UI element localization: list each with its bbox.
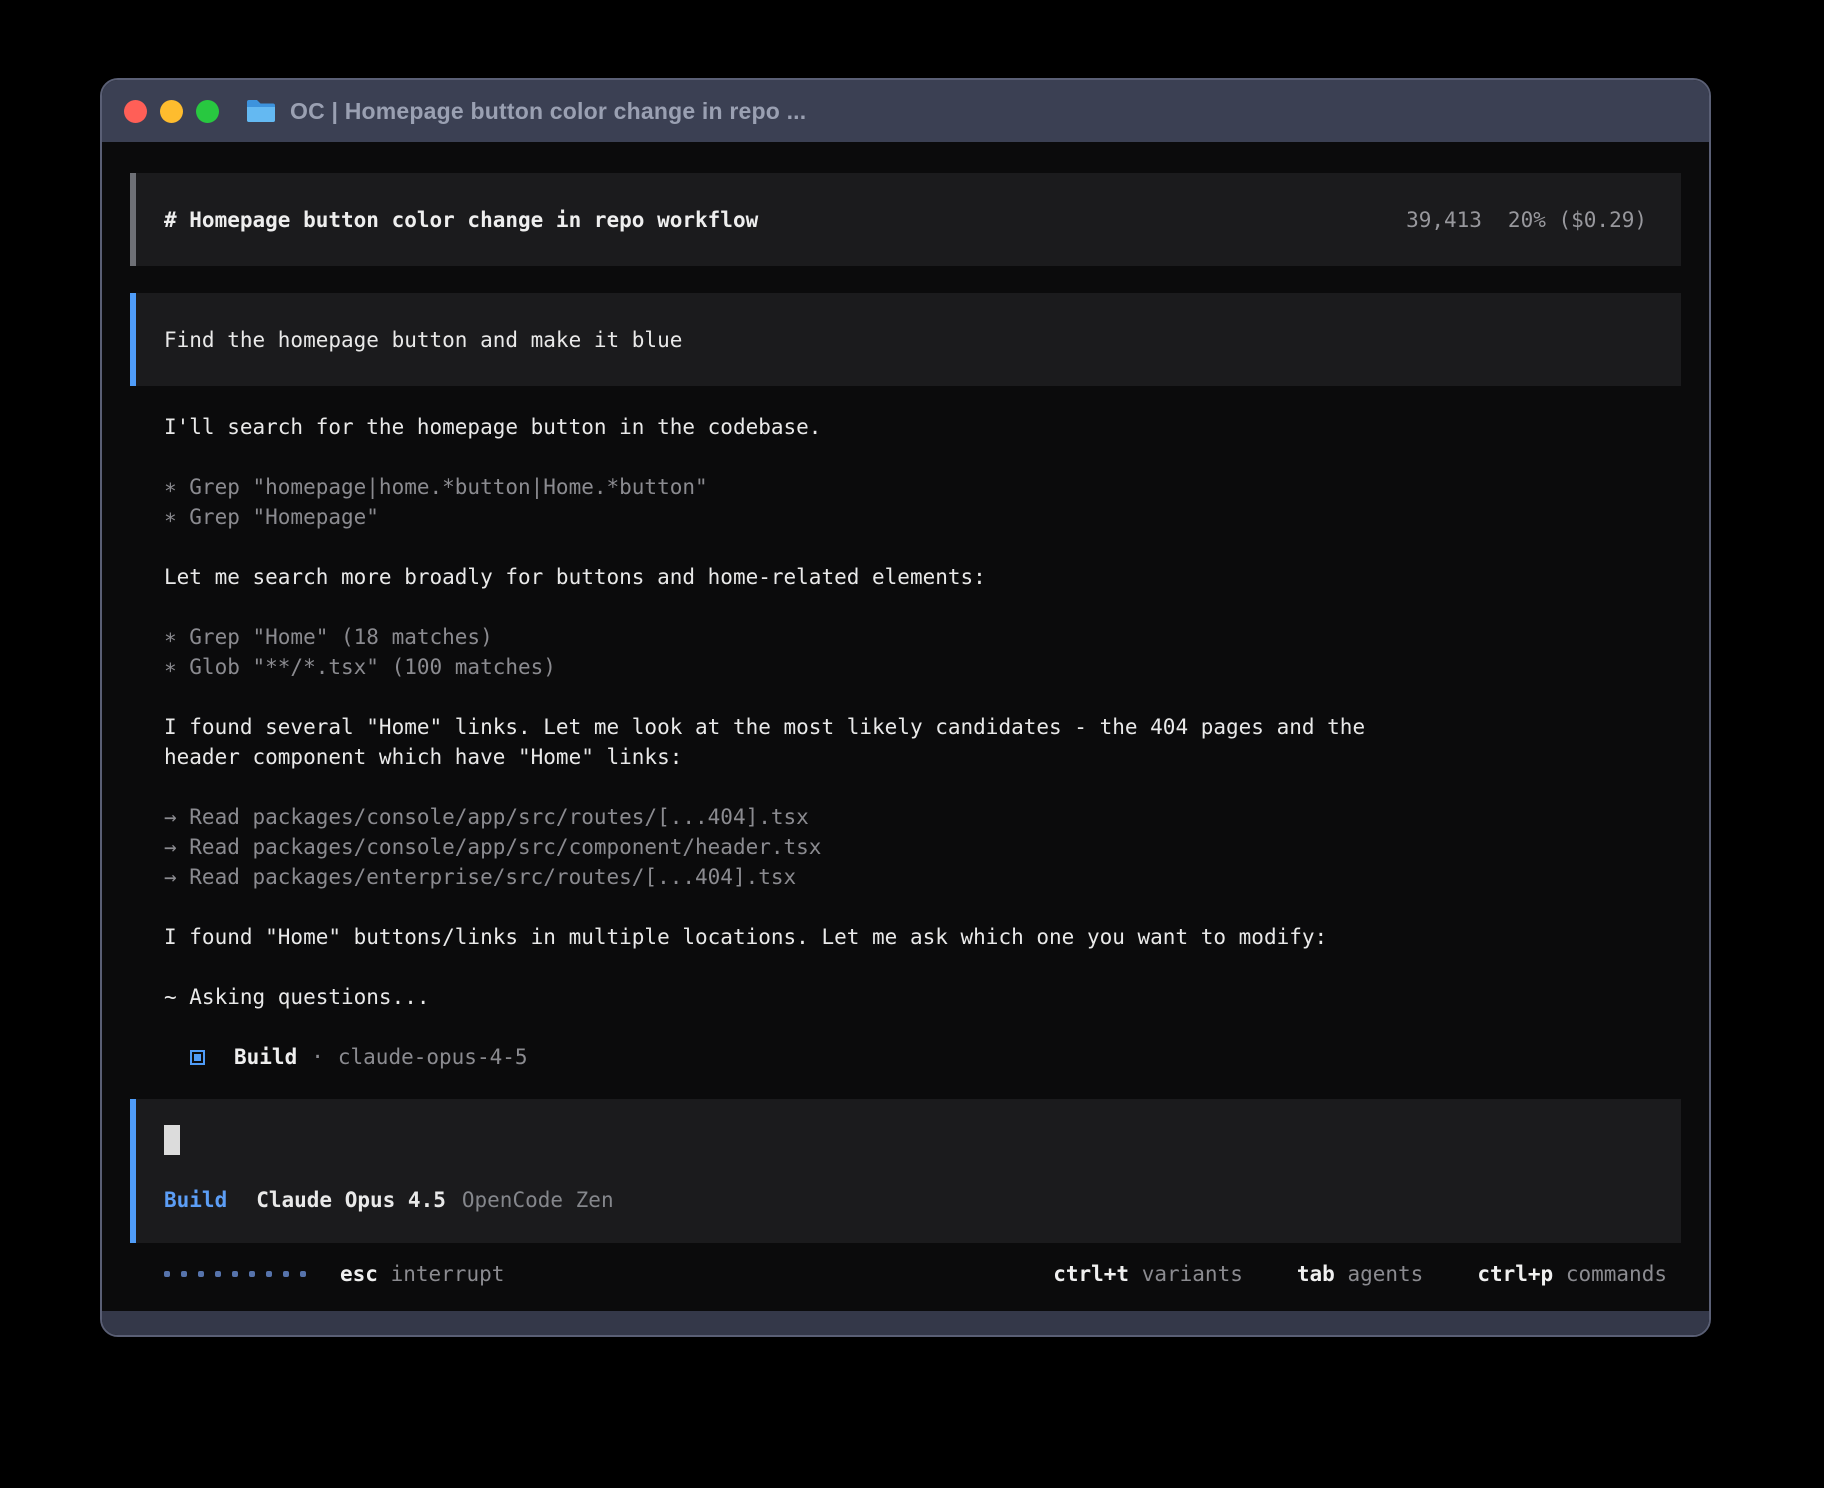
- context-cost: 20% ($0.29): [1508, 208, 1647, 232]
- footer-left: esc interrupt: [164, 1259, 504, 1289]
- spinner-dot: [232, 1271, 238, 1277]
- tool-call-glob: ∗ Glob "**/*.tsx" (100 matches): [164, 652, 1681, 682]
- footer-statusbar: esc interrupt ctrl+t variants tab agents…: [130, 1259, 1681, 1289]
- window-titlebar: OC | Homepage button color change in rep…: [102, 80, 1709, 142]
- tool-call-grep: ∗ Grep "Home" (18 matches): [164, 622, 1681, 652]
- task-separator: ·: [311, 1042, 324, 1072]
- assistant-status: ~ Asking questions...: [164, 982, 1681, 1012]
- spinner-dot: [249, 1271, 255, 1277]
- tool-call-read: → Read packages/console/app/src/componen…: [164, 832, 1681, 862]
- tool-call-read: → Read packages/console/app/src/routes/[…: [164, 802, 1681, 832]
- agent-task-row: Build · claude-opus-4-5: [164, 1042, 1681, 1072]
- shortcut-commands: ctrl+p commands: [1477, 1259, 1667, 1289]
- shortcut-key: ctrl+p: [1477, 1262, 1553, 1286]
- user-message-text: Find the homepage button and make it blu…: [164, 328, 682, 352]
- traffic-lights: [124, 100, 219, 123]
- zoom-button[interactable]: [196, 100, 219, 123]
- tool-call-grep: ∗ Grep "Homepage": [164, 502, 1681, 532]
- shortcut-variants: ctrl+t variants: [1053, 1259, 1243, 1289]
- terminal-content: # Homepage button color change in repo w…: [102, 142, 1709, 1311]
- shortcut-label: commands: [1566, 1262, 1667, 1286]
- interrupt-label: interrupt: [391, 1262, 505, 1286]
- input-status-row: Build Claude Opus 4.5 OpenCode Zen: [164, 1185, 1653, 1215]
- user-message: Find the homepage button and make it blu…: [130, 293, 1681, 386]
- task-model-label: claude-opus-4-5: [338, 1042, 528, 1072]
- shortcut-label: variants: [1142, 1262, 1243, 1286]
- terminal-window: OC | Homepage button color change in rep…: [100, 78, 1711, 1337]
- text-cursor: [164, 1125, 180, 1155]
- task-agent-label: Build: [234, 1042, 297, 1072]
- window-title: OC | Homepage button color change in rep…: [290, 98, 806, 125]
- agent-status-icon: [190, 1050, 205, 1065]
- spinner-dot: [198, 1271, 204, 1277]
- folder-icon: [245, 98, 277, 124]
- window-bottom-edge: [102, 1311, 1709, 1335]
- prompt-input[interactable]: Build Claude Opus 4.5 OpenCode Zen: [130, 1099, 1681, 1243]
- session-header: # Homepage button color change in repo w…: [130, 173, 1681, 266]
- shortcut-label: agents: [1347, 1262, 1423, 1286]
- spinner-dot: [266, 1271, 272, 1277]
- minimize-button[interactable]: [160, 100, 183, 123]
- tool-call-read: → Read packages/enterprise/src/routes/[.…: [164, 862, 1681, 892]
- provider-label: OpenCode Zen: [462, 1185, 614, 1215]
- assistant-paragraph: I found several "Home" links. Let me loo…: [164, 712, 1681, 742]
- active-agent-label[interactable]: Build: [164, 1185, 227, 1215]
- spinner-dots: [164, 1271, 306, 1277]
- close-button[interactable]: [124, 100, 147, 123]
- assistant-paragraph: header component which have "Home" links…: [164, 742, 1681, 772]
- spinner-dot: [181, 1271, 187, 1277]
- assistant-paragraph: I found "Home" buttons/links in multiple…: [164, 922, 1681, 952]
- interrupt-key: esc: [340, 1262, 378, 1286]
- spinner-dot: [215, 1271, 221, 1277]
- spinner-dot: [283, 1271, 289, 1277]
- token-count: 39,413: [1406, 208, 1482, 232]
- shortcut-key: tab: [1297, 1262, 1335, 1286]
- spinner-dot: [164, 1271, 170, 1277]
- active-model-label: Claude Opus 4.5: [256, 1185, 446, 1215]
- interrupt-hint: esc interrupt: [340, 1259, 504, 1289]
- footer-right: ctrl+t variants tab agents ctrl+p comman…: [1053, 1259, 1667, 1289]
- assistant-paragraph: I'll search for the homepage button in t…: [164, 412, 1681, 442]
- session-stats: 39,413 20% ($0.29): [1406, 208, 1647, 232]
- assistant-response: I'll search for the homepage button in t…: [130, 412, 1681, 1072]
- shortcut-agents: tab agents: [1297, 1259, 1423, 1289]
- session-title: # Homepage button color change in repo w…: [164, 208, 758, 232]
- shortcut-key: ctrl+t: [1053, 1262, 1129, 1286]
- spinner-dot: [300, 1271, 306, 1277]
- tool-call-grep: ∗ Grep "homepage|home.*button|Home.*butt…: [164, 472, 1681, 502]
- assistant-paragraph: Let me search more broadly for buttons a…: [164, 562, 1681, 592]
